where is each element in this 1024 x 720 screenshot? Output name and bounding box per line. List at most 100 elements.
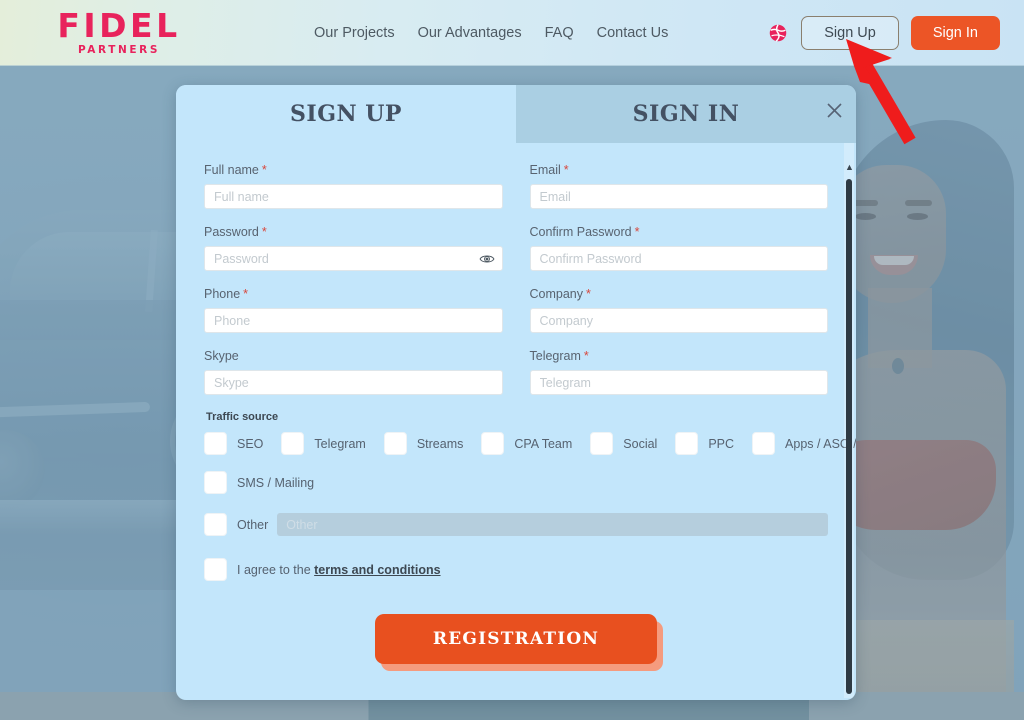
checkbox-label: SMS / Mailing: [237, 475, 315, 490]
checkbox-social[interactable]: Social: [590, 432, 657, 455]
form-row-skype-telegram: Skype Telegram*: [204, 349, 828, 395]
auth-modal: Sign Up Sign In Full name* Email*: [176, 85, 856, 700]
label-phone-text: Phone: [204, 287, 241, 301]
checkbox-box[interactable]: [204, 432, 227, 455]
main-navigation: Our Projects Our Advantages FAQ Contact …: [314, 25, 668, 41]
submit-area: Registration: [204, 614, 828, 671]
checkbox-box[interactable]: [481, 432, 505, 455]
required-marker: *: [261, 225, 267, 239]
checkbox-box[interactable]: [675, 432, 699, 455]
terms-agreement-row: I agree to the terms and conditions: [204, 558, 828, 581]
checkbox-streams[interactable]: Streams: [383, 432, 464, 455]
label-telegram: Telegram *: [530, 349, 829, 363]
terms-agreement-prefix: I agree to the: [237, 562, 315, 577]
email-input[interactable]: [529, 184, 828, 209]
site-header: FIDEL PARTNERS Our Projects Our Advantag…: [0, 0, 1024, 66]
checkbox-box[interactable]: [204, 471, 227, 494]
required-marker: *: [583, 349, 589, 363]
full-name-input[interactable]: [204, 184, 503, 209]
label-email-text: Email: [529, 163, 561, 177]
logo-sub-text: PARTNERS: [77, 44, 161, 57]
field-skype: Skype: [204, 349, 503, 395]
auth-modal-tabs: Sign Up Sign In: [176, 85, 856, 143]
company-input[interactable]: [529, 308, 828, 333]
label-skype: Skype: [204, 349, 503, 363]
field-password: Password *: [204, 225, 503, 271]
form-row-password: Password* Confirm Password*: [204, 225, 828, 271]
nav-item-our-projects[interactable]: Our Projects: [314, 25, 395, 41]
other-traffic-source-input[interactable]: [277, 513, 828, 536]
checkbox-box[interactable]: [281, 432, 305, 455]
checkbox-label: Streams: [416, 436, 464, 451]
field-confirm-password: Confirm Password *: [529, 225, 829, 271]
required-marker: *: [634, 225, 640, 239]
field-full-name: Full name *: [204, 163, 503, 209]
close-icon[interactable]: [822, 98, 846, 122]
checkbox-box[interactable]: [590, 432, 614, 455]
label-password-text: Password: [204, 225, 259, 239]
checkbox-label: CPA Team: [514, 436, 573, 451]
checkbox-label: PPC: [708, 436, 735, 451]
label-skype-text: Skype: [204, 349, 239, 363]
confirm-password-input[interactable]: [529, 246, 828, 271]
modal-scrollbar[interactable]: ▲: [844, 143, 854, 698]
field-company: Company *: [529, 287, 829, 333]
header-actions: Sign Up Sign In: [767, 15, 1000, 50]
form-row-phone-company: Phone* Company*: [204, 287, 828, 333]
tab-sign-in[interactable]: Sign In: [516, 85, 856, 143]
eye-icon[interactable]: [479, 251, 495, 267]
label-company-text: Company: [529, 287, 584, 301]
required-marker: *: [243, 287, 249, 301]
checkbox-sms-mailing[interactable]: SMS / Mailing: [204, 471, 314, 494]
logo[interactable]: FIDEL PARTNERS: [44, 9, 194, 56]
label-phone: Phone *: [204, 287, 503, 301]
checkbox-box[interactable]: [752, 432, 776, 455]
tab-sign-up[interactable]: Sign Up: [176, 85, 516, 143]
checkbox-label: SEO: [237, 436, 264, 451]
checkbox-box[interactable]: [383, 432, 407, 455]
terms-agreement-text: I agree to the terms and conditions: [237, 563, 441, 577]
required-marker: *: [261, 163, 267, 177]
registration-button[interactable]: Registration: [374, 614, 658, 664]
label-company: Company *: [530, 287, 829, 301]
field-phone: Phone *: [204, 287, 503, 333]
form-row-name-email: Full name* Email*: [204, 163, 828, 209]
traffic-source-other-row: Other: [204, 513, 828, 536]
label-confirm-password: Confirm Password *: [530, 225, 829, 239]
nav-item-contact-us[interactable]: Contact Us: [597, 25, 669, 41]
label-email: Email *: [530, 163, 829, 177]
traffic-source-title: Traffic source: [206, 411, 279, 423]
terms-and-conditions-link[interactable]: terms and conditions: [314, 563, 440, 577]
field-telegram: Telegram *: [529, 349, 829, 395]
checkbox-label: Telegram: [314, 436, 366, 451]
checkbox-seo[interactable]: SEO: [204, 432, 263, 455]
traffic-source-row-2: SMS / Mailing: [204, 471, 828, 494]
label-full-name: Full name *: [204, 163, 503, 177]
password-input[interactable]: [204, 246, 503, 271]
required-marker: *: [563, 163, 569, 177]
checkbox-other-label: Other: [237, 517, 269, 532]
nav-item-our-advantages[interactable]: Our Advantages: [418, 25, 522, 41]
label-full-name-text: Full name: [204, 163, 259, 177]
checkbox-ppc[interactable]: PPC: [675, 432, 734, 455]
logo-main-text: FIDEL: [57, 6, 181, 46]
checkbox-other[interactable]: [204, 513, 227, 536]
sign-in-button[interactable]: Sign In: [910, 15, 1000, 50]
checkbox-cpa-team[interactable]: CPA Team: [481, 432, 572, 455]
phone-input[interactable]: [204, 308, 503, 333]
label-telegram-text: Telegram: [529, 349, 581, 363]
field-email: Email *: [529, 163, 829, 209]
label-password: Password *: [204, 225, 503, 239]
checkbox-apps-aso-uac[interactable]: Apps / ASO / UAC: [752, 432, 856, 455]
checkbox-terms-agreement[interactable]: [204, 558, 227, 581]
telegram-input[interactable]: [529, 370, 828, 395]
globe-icon[interactable]: [767, 22, 789, 44]
scrollbar-thumb[interactable]: [846, 179, 852, 694]
checkbox-label: Social: [623, 436, 658, 451]
skype-input[interactable]: [204, 370, 503, 395]
checkbox-telegram[interactable]: Telegram: [281, 432, 366, 455]
sign-up-button[interactable]: Sign Up: [801, 15, 899, 50]
nav-item-faq[interactable]: FAQ: [545, 25, 574, 41]
label-confirm-password-text: Confirm Password: [529, 225, 632, 239]
chevron-up-icon[interactable]: ▲: [845, 163, 854, 172]
